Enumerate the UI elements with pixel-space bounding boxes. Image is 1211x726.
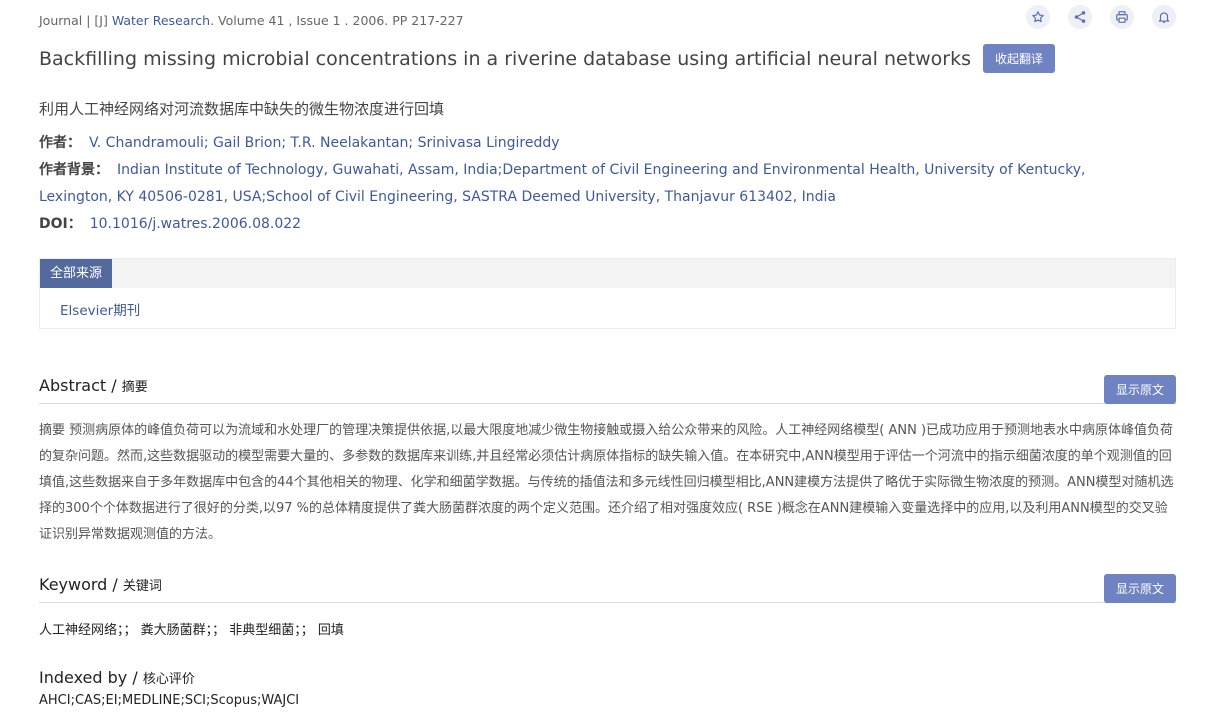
share-button[interactable] <box>1068 5 1092 29</box>
favorite-button[interactable] <box>1026 5 1050 29</box>
abstract-text: 摘要 预测病原体的峰值负荷可以为流域和水处理厂的管理决策提供依据,以最大限度地减… <box>39 423 1174 542</box>
keyword-list: 人工神经网络；； 粪大肠菌群；； 非典型细菌；； 回填 <box>39 623 344 638</box>
page-title: Backfilling missing microbial concentrat… <box>39 47 972 70</box>
sources-tabbar: 全部来源 <box>40 259 1175 288</box>
affiliation-row: 作者背景： Indian Institute of Technology, Guw… <box>39 157 1131 211</box>
meta-prefix: Journal | [J] <box>39 13 112 28</box>
authors-label: 作者： <box>39 135 81 151</box>
translated-title: 利用人工神经网络对河流数据库中缺失的微生物浓度进行回填 <box>39 100 445 118</box>
bell-icon <box>1158 12 1170 23</box>
indexed-heading: Indexed by / 核心评价 <box>39 668 195 687</box>
show-original-keyword-button[interactable]: 显示原文 <box>1103 574 1176 603</box>
doi-link[interactable]: 10.1016/j.watres.2006.08.022 <box>90 216 301 232</box>
affiliation-label: 作者背景： <box>39 162 109 178</box>
affiliation-value[interactable]: Indian Institute of Technology, Guwahati… <box>39 162 1085 205</box>
keyword-heading-en: Keyword / <box>39 575 123 594</box>
abstract-heading-cn: 摘要 <box>121 380 148 395</box>
keyword-heading-cn: 关键词 <box>122 579 162 594</box>
notify-button[interactable] <box>1152 5 1176 29</box>
keyword-heading: Keyword / 关键词 <box>39 575 162 594</box>
print-button[interactable] <box>1110 5 1134 29</box>
keyword-header: Keyword / 关键词 显示原文 <box>39 573 1176 603</box>
title-row: Backfilling missing microbial concentrat… <box>39 44 1056 73</box>
indexed-list: AHCI;CAS;EI;MEDLINE;SCI;Scopus;WAJCI <box>39 693 300 708</box>
abstract-heading-en: Abstract / <box>39 376 122 395</box>
source-link-elsevier[interactable]: Elsevier期刊 <box>60 299 140 319</box>
print-icon <box>1116 11 1128 23</box>
indexed-heading-en: Indexed by / <box>39 668 143 687</box>
tab-all-sources[interactable]: 全部来源 <box>40 259 113 288</box>
abstract-heading: Abstract / 摘要 <box>39 376 148 395</box>
journal-link[interactable]: Water Research <box>112 13 210 28</box>
sources-panel: 全部来源 Elsevier期刊 <box>39 258 1176 329</box>
meta-suffix: . Volume 41 , Issue 1 . 2006. PP 217-227 <box>210 13 464 28</box>
share-icon <box>1074 11 1086 23</box>
show-original-abstract-button[interactable]: 显示原文 <box>1103 375 1176 404</box>
authors-row: 作者： V. Chandramouli; Gail Brion; T.R. Nee… <box>39 130 1131 157</box>
abstract-header: Abstract / 摘要 显示原文 <box>39 374 1176 404</box>
top-actions <box>1026 5 1176 29</box>
doi-label: DOI： <box>39 216 82 232</box>
journal-meta: Journal | [J] Water Research. Volume 41 … <box>39 13 464 28</box>
star-icon <box>1032 11 1044 23</box>
collapse-translation-button[interactable]: 收起翻译 <box>983 44 1056 73</box>
doi-row: DOI： 10.1016/j.watres.2006.08.022 <box>39 211 1131 238</box>
indexed-heading-cn: 核心评价 <box>142 672 195 687</box>
authors-value[interactable]: V. Chandramouli; Gail Brion; T.R. Neelak… <box>89 135 560 151</box>
